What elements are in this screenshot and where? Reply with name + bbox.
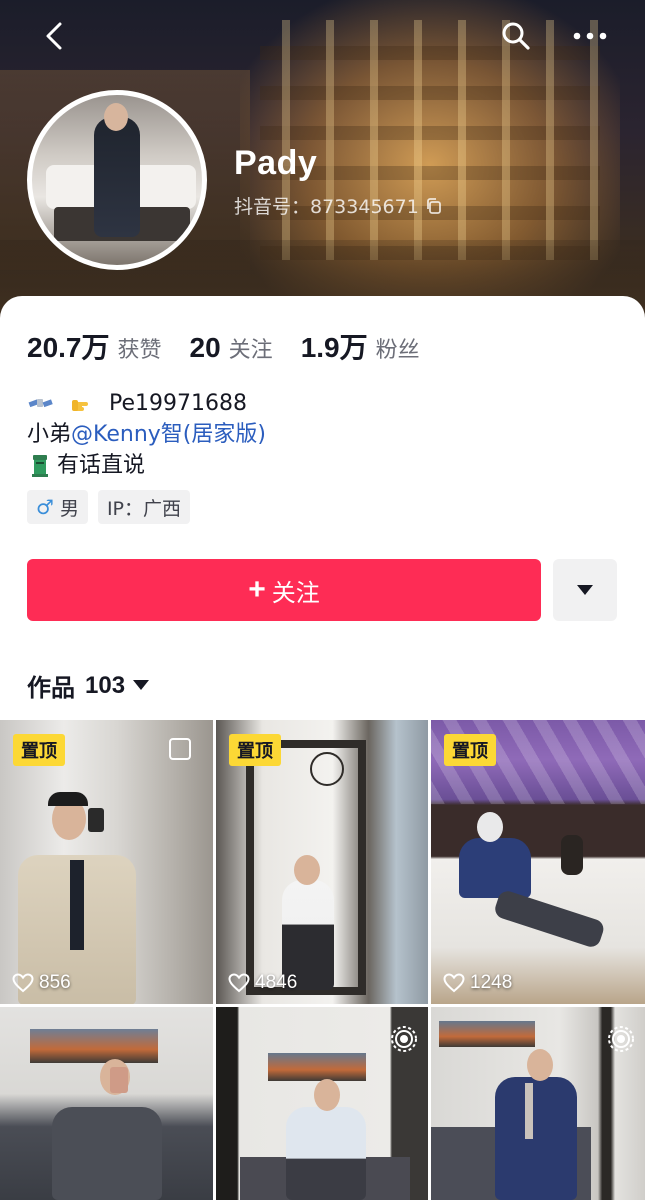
bio-text: 有话直说: [57, 452, 146, 478]
live-icon: [391, 1026, 417, 1052]
profile-name: Pady: [234, 144, 318, 182]
bio-line: 有话直说: [27, 450, 266, 481]
more-icon: [573, 32, 607, 40]
video-tile[interactable]: [431, 1007, 645, 1200]
satellite-icon: [28, 398, 53, 407]
chevron-down-icon: [133, 680, 150, 690]
bio-line: 小弟 @Kenny智(居家版): [27, 419, 266, 450]
profile-bio: Pe19971688 小弟 @Kenny智(居家版) 有话直说: [27, 388, 266, 481]
bio-line: Pe19971688: [27, 388, 266, 419]
bio-text: Pe19971688: [109, 390, 247, 416]
pinned-badge: 置顶: [444, 734, 496, 766]
stat-number: 1.9万: [300, 332, 368, 363]
profile-stats: 20.7万 获赞 20 关注 1.9万 粉丝: [27, 326, 448, 366]
recommend-dropdown-button[interactable]: [553, 559, 617, 621]
like-count: 856: [12, 972, 71, 994]
douyin-id: 抖音号：873345671: [234, 192, 443, 219]
plus-icon: +: [248, 573, 266, 606]
live-icon: [608, 1026, 634, 1052]
male-icon: ♂: [36, 495, 54, 519]
video-grid: 置顶 856 置顶 4846 置顶 1248: [0, 718, 645, 1200]
gender-tag: ♂ 男: [27, 490, 88, 524]
like-count-text: 1248: [470, 972, 513, 993]
stat-number: 20.7万: [27, 332, 110, 363]
search-icon: [502, 22, 530, 50]
more-button[interactable]: [570, 16, 610, 56]
stat-likes[interactable]: 20.7万 获赞: [27, 326, 162, 366]
like-count: 1248: [443, 972, 512, 994]
banner-building-windows: [260, 20, 600, 260]
works-label: 作品: [27, 674, 75, 702]
video-tile[interactable]: [0, 1007, 213, 1200]
video-tile[interactable]: 置顶 4846: [216, 720, 428, 1004]
stat-following[interactable]: 20 关注: [190, 332, 273, 364]
copy-icon[interactable]: [425, 197, 443, 215]
ip-label: IP：广西: [106, 497, 182, 520]
douyin-id-text: 抖音号：873345671: [234, 196, 419, 218]
works-tab[interactable]: 作品 103: [27, 668, 150, 703]
select-checkbox[interactable]: [169, 738, 191, 760]
follow-button[interactable]: + 关注: [27, 559, 541, 621]
heart-icon: [12, 973, 34, 993]
back-button[interactable]: [34, 16, 74, 56]
pinned-badge: 置顶: [13, 734, 65, 766]
gender-label: 男: [59, 497, 79, 520]
profile-card: 20.7万 获赞 20 关注 1.9万 粉丝 Pe19971688 小弟 @Ke…: [0, 296, 645, 716]
like-count-text: 856: [39, 972, 71, 993]
follow-label: 关注: [271, 579, 320, 607]
like-count-text: 4846: [255, 972, 298, 993]
heart-icon: [443, 973, 465, 993]
search-button[interactable]: [496, 16, 536, 56]
video-tile[interactable]: 置顶 856: [0, 720, 213, 1004]
pinned-badge: 置顶: [229, 734, 281, 766]
video-tile[interactable]: 置顶 1248: [431, 720, 645, 1004]
pointing-hand-icon: [72, 399, 88, 411]
video-tile[interactable]: [216, 1007, 428, 1200]
works-count: 103: [85, 671, 126, 699]
bio-mention-link[interactable]: @Kenny智(居家版): [71, 419, 266, 451]
bio-text: 小弟: [27, 421, 72, 447]
avatar[interactable]: [27, 90, 207, 270]
stat-label: 关注: [228, 338, 273, 363]
like-count: 4846: [228, 972, 297, 994]
heart-icon: [228, 973, 250, 993]
profile-tags: ♂ 男 IP：广西: [27, 490, 191, 524]
back-icon: [46, 22, 62, 50]
postbox-icon: [32, 454, 48, 477]
stat-label: 获赞: [117, 338, 162, 363]
stat-number: 20: [189, 332, 221, 363]
stat-label: 粉丝: [375, 338, 420, 363]
profile-banner: Pady 抖音号：873345671: [0, 0, 645, 330]
dropdown-caret-icon: [577, 584, 593, 595]
ip-tag: IP：广西: [97, 490, 191, 524]
stat-followers[interactable]: 1.9万 粉丝: [301, 326, 420, 366]
